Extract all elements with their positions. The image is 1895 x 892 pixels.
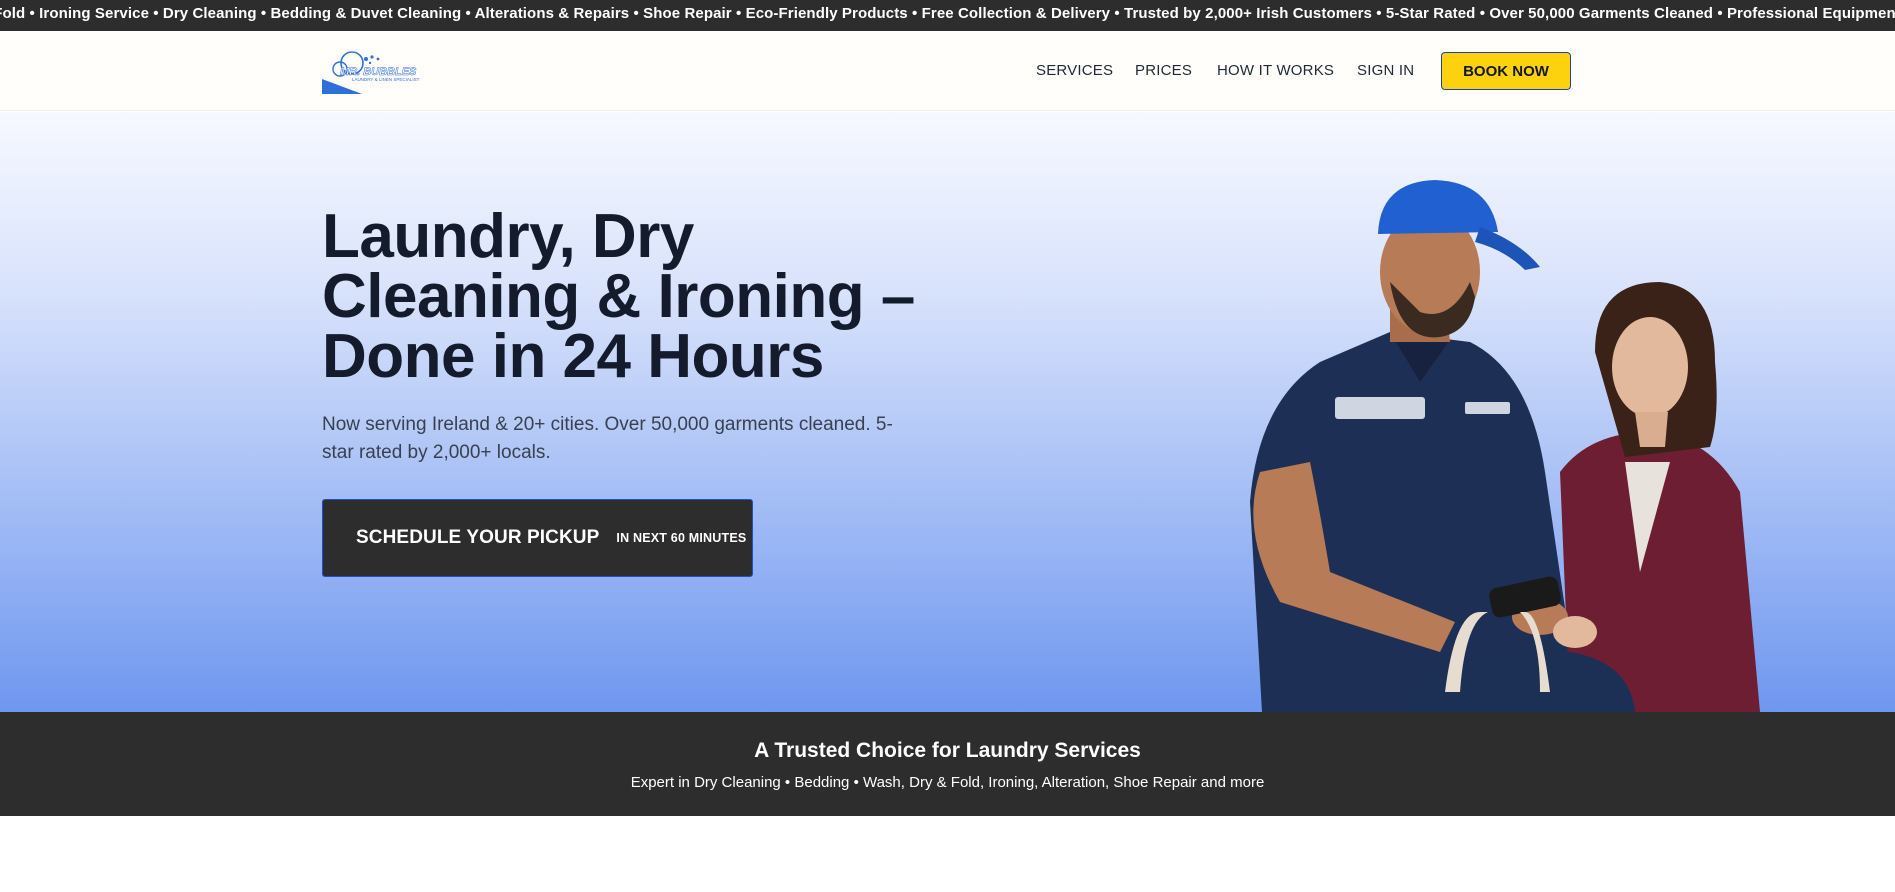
ticker-text: & Fold • Ironing Service • Dry Cleaning … bbox=[0, 5, 1895, 22]
book-now-button[interactable]: BOOK NOW bbox=[1441, 52, 1571, 90]
hero-section: Laundry, Dry Cleaning & Ironing – Done i… bbox=[0, 112, 1895, 712]
logo[interactable]: MR. BUBBLES LAUNDRY & LINEN SPECIALIST bbox=[322, 49, 432, 95]
nav-how-it-works[interactable]: HOW IT WORKS bbox=[1217, 62, 1334, 79]
hero-title: Laundry, Dry Cleaning & Ironing – Done i… bbox=[322, 202, 915, 391]
trust-title: A Trusted Choice for Laundry Services bbox=[754, 739, 1141, 762]
hero-courier-customer-image bbox=[1250, 180, 1760, 712]
logo-tagline: LAUNDRY & LINEN SPECIALIST bbox=[352, 77, 420, 82]
nav-prices[interactable]: PRICES bbox=[1135, 62, 1192, 79]
trust-section: A Trusted Choice for Laundry Services Ex… bbox=[0, 712, 1895, 816]
announcement-ticker: & Fold • Ironing Service • Dry Cleaning … bbox=[0, 0, 1895, 31]
nav-sign-in[interactable]: SIGN IN bbox=[1357, 62, 1414, 79]
cta-sub-label: IN NEXT 60 MINUTES bbox=[616, 531, 747, 545]
site-header: MR. BUBBLES LAUNDRY & LINEN SPECIALIST S… bbox=[0, 31, 1895, 111]
cta-main-label: SCHEDULE YOUR PICKUP bbox=[356, 527, 600, 548]
schedule-pickup-button[interactable]: SCHEDULE YOUR PICKUP IN NEXT 60 MINUTES bbox=[322, 499, 753, 577]
hero-subtitle: Now serving Ireland & 20+ cities. Over 5… bbox=[322, 414, 893, 463]
trust-subtitle: Expert in Dry Cleaning • Bedding • Wash,… bbox=[630, 774, 1265, 791]
nav-services[interactable]: SERVICES bbox=[1036, 62, 1113, 79]
